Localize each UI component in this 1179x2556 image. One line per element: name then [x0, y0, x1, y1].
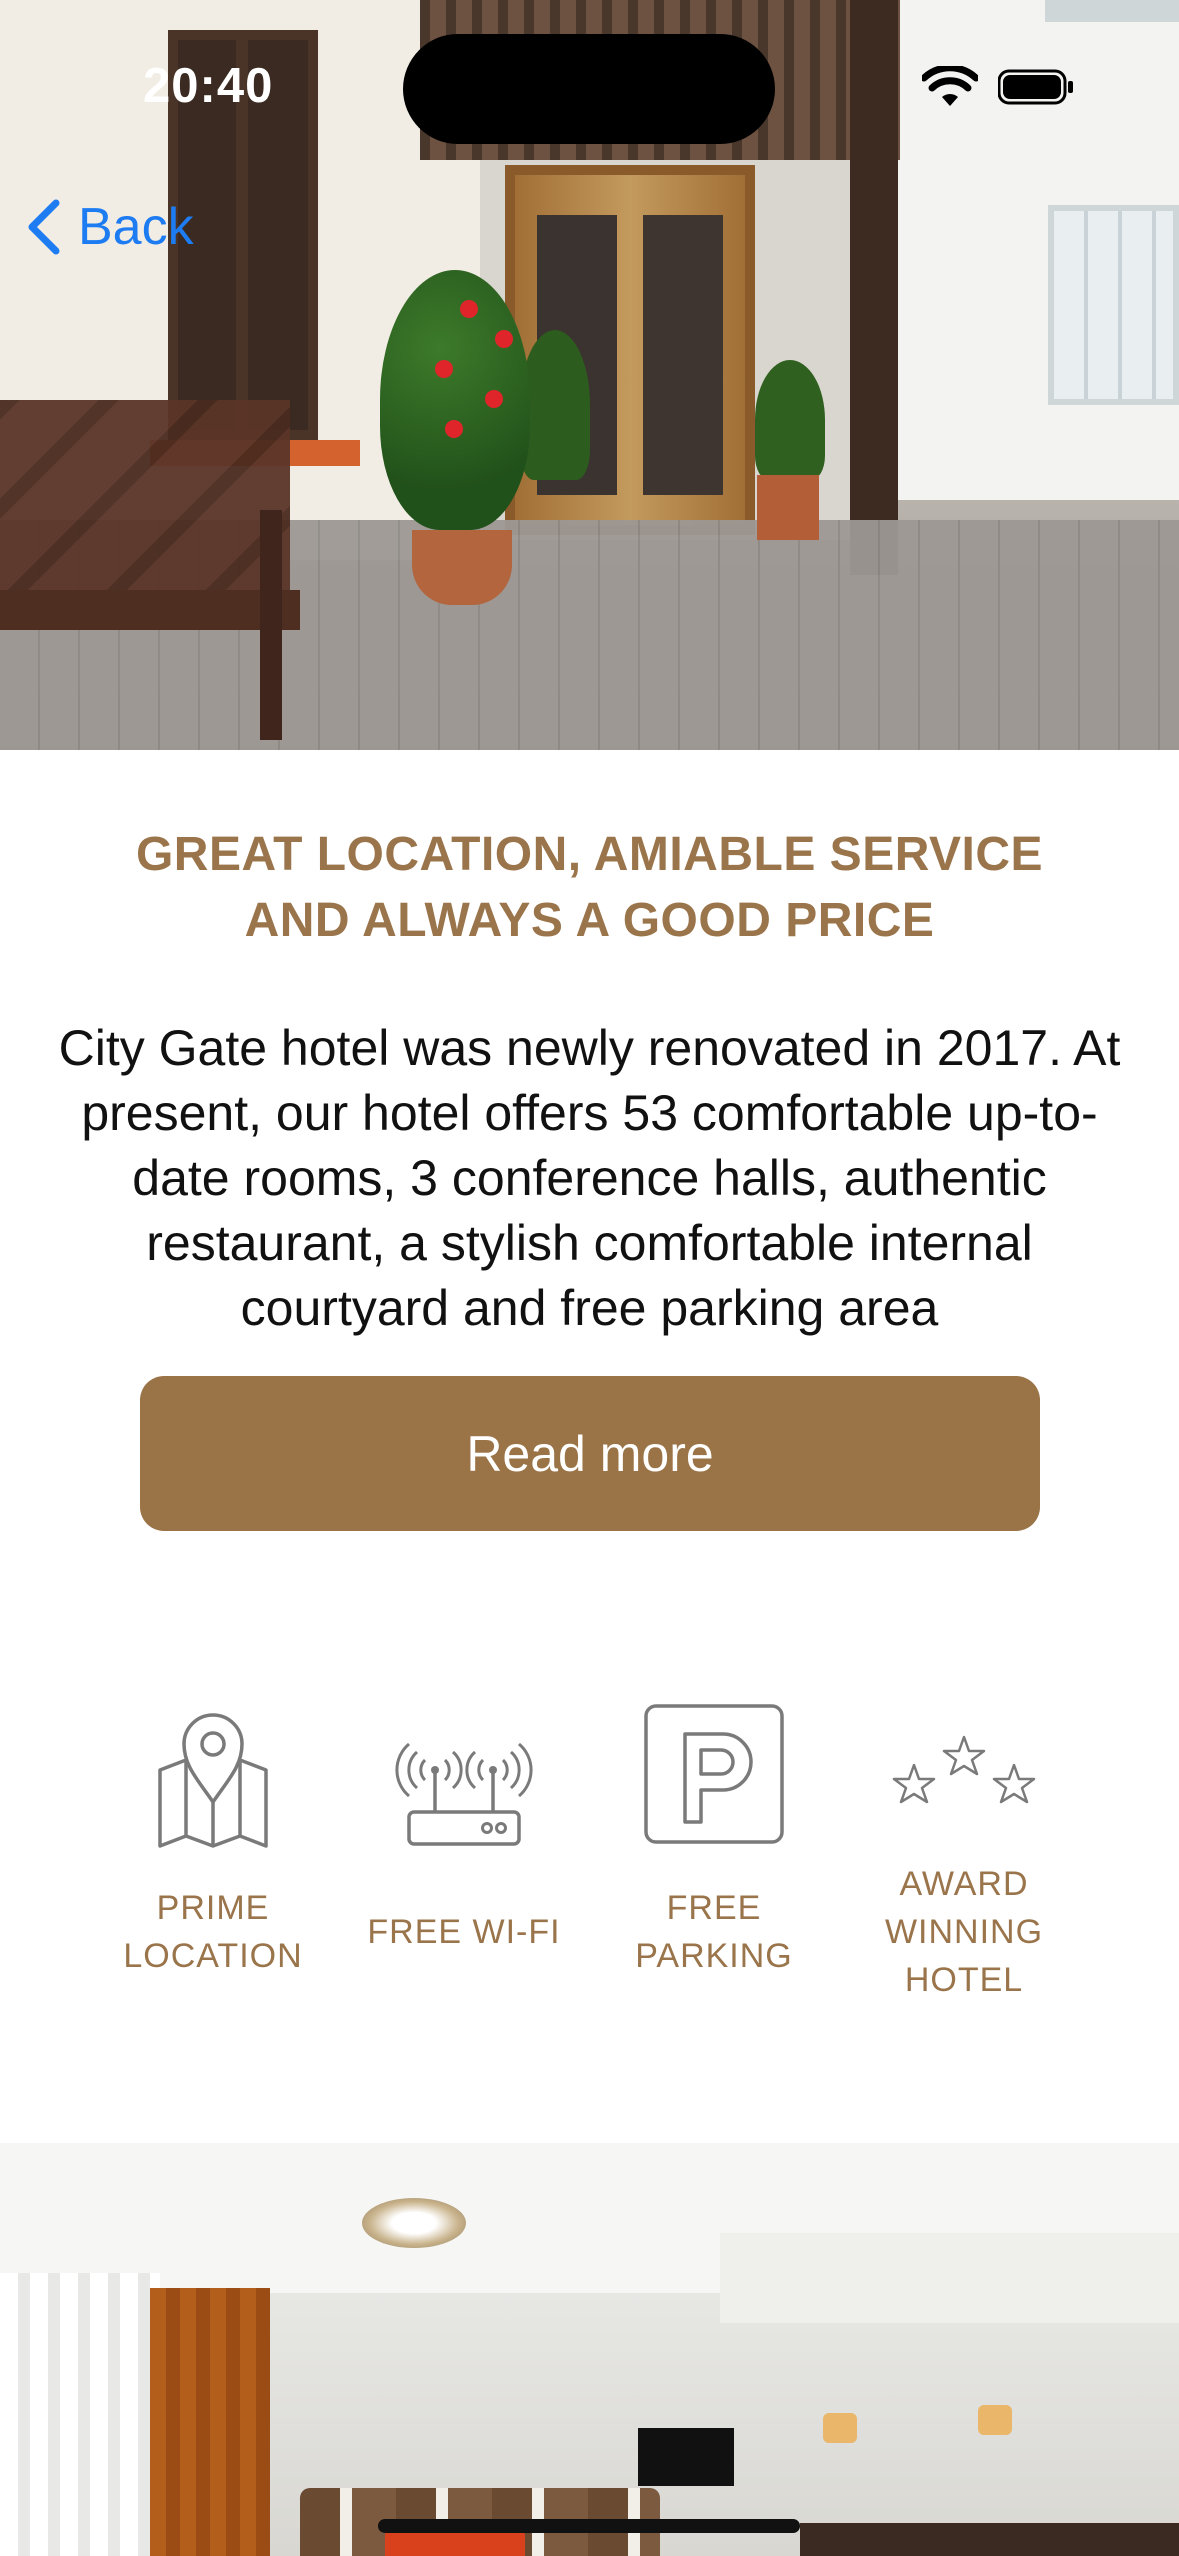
headline-line: AND ALWAYS A GOOD PRICE — [244, 894, 935, 947]
map-pin-icon — [158, 1713, 268, 1848]
router-icon — [395, 1742, 533, 1846]
chevron-left-icon — [28, 199, 60, 255]
read-more-button[interactable]: Read more — [140, 1376, 1040, 1531]
feature-award-winning-hotel: AWARD WINNING HOTEL — [839, 1700, 1089, 2004]
feature-label-line: PRIME — [156, 1889, 270, 1927]
wifi-icon — [922, 66, 978, 106]
status-time: 20:40 — [143, 59, 274, 113]
description-line: date rooms, 3 conference halls, authenti… — [132, 1150, 1047, 1206]
dynamic-island — [403, 34, 775, 144]
hotel-description: City Gate hotel was newly renovated in 2… — [0, 1016, 1179, 1341]
feature-label-line: PARKING — [635, 1937, 793, 1975]
feature-label-line: WINNING — [884, 1913, 1044, 1951]
stars-icon — [892, 1735, 1036, 1804]
parking-icon — [644, 1704, 784, 1844]
feature-free-parking: FREE PARKING — [589, 1700, 839, 1980]
feature-label-line: LOCATION — [123, 1937, 303, 1975]
feature-free-wifi: FREE WI-FI — [339, 1700, 589, 1956]
features-row: PRIME LOCATION FREE WI-FI FREE PARKING A… — [0, 1700, 1179, 2030]
home-indicator[interactable] — [378, 2519, 800, 2533]
feature-label-line: AWARD — [899, 1865, 1029, 1903]
feature-label-line: FREE WI-FI — [367, 1913, 561, 1951]
battery-icon — [998, 69, 1073, 105]
headline-line: GREAT LOCATION, AMIABLE SERVICE — [135, 828, 1044, 881]
back-button[interactable]: Back — [24, 195, 194, 259]
description-line: restaurant, a stylish comfortable intern… — [146, 1215, 1033, 1271]
feature-label-line: HOTEL — [904, 1961, 1024, 1999]
description-line: City Gate hotel was newly renovated in 2… — [58, 1020, 1121, 1076]
back-button-label: Back — [78, 198, 194, 256]
headline: GREAT LOCATION, AMIABLE SERVICE AND ALWA… — [0, 822, 1179, 954]
hotel-room-photo — [0, 2143, 1179, 2556]
feature-prime-location: PRIME LOCATION — [88, 1700, 338, 1980]
description-line: courtyard and free parking area — [240, 1280, 939, 1336]
feature-label-line: FREE — [666, 1889, 762, 1927]
description-line: present, our hotel offers 53 comfortable… — [81, 1085, 1098, 1141]
